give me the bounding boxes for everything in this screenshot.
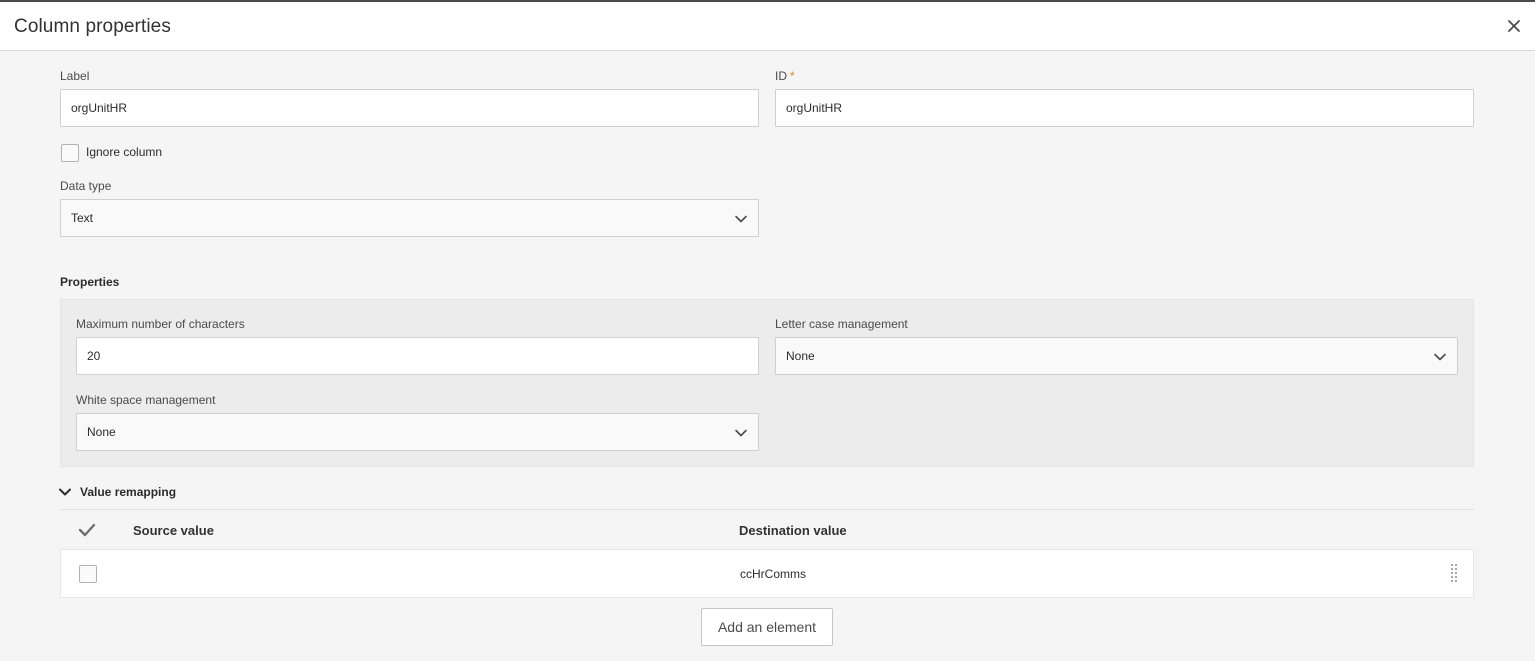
data-type-label: Data type xyxy=(60,179,112,193)
id-field-label: ID * xyxy=(775,69,795,83)
drag-handle-icon[interactable] xyxy=(1449,563,1459,583)
chevron-down-icon xyxy=(735,215,747,223)
remap-table-header: Source value Destination value xyxy=(60,509,1474,549)
source-value-header[interactable]: Source value xyxy=(133,523,214,538)
select-all-check-icon[interactable] xyxy=(78,522,96,538)
row-destination-value: ccHrComms xyxy=(740,567,806,581)
value-remapping-toggle[interactable]: Value remapping xyxy=(58,483,176,501)
dialog-title: Column properties xyxy=(14,16,171,37)
letter-case-label: Letter case management xyxy=(775,317,908,331)
ignore-column-label: Ignore column xyxy=(86,145,163,159)
row-checkbox[interactable] xyxy=(79,565,97,583)
white-space-label: White space management xyxy=(76,393,216,407)
required-marker: * xyxy=(790,69,795,83)
letter-case-value: None xyxy=(786,349,815,363)
destination-value-header[interactable]: Destination value xyxy=(739,523,847,538)
id-label-text: ID xyxy=(775,69,787,83)
id-input[interactable] xyxy=(775,89,1474,127)
data-type-select[interactable]: Text xyxy=(60,199,759,237)
letter-case-select[interactable]: None xyxy=(775,337,1458,375)
add-element-button[interactable]: Add an element xyxy=(701,608,833,646)
chevron-down-icon xyxy=(735,429,747,437)
value-remapping-heading: Value remapping xyxy=(80,485,177,499)
data-type-value: Text xyxy=(71,211,94,225)
label-field-label: Label xyxy=(60,69,90,83)
table-row[interactable]: ccHrComms xyxy=(60,549,1474,598)
label-input[interactable] xyxy=(60,89,759,127)
chevron-down-icon xyxy=(1434,353,1446,361)
close-icon[interactable] xyxy=(1502,14,1526,38)
dialog-header: Column properties xyxy=(0,2,1535,51)
chevron-down-icon xyxy=(59,488,71,496)
max-chars-input[interactable] xyxy=(76,337,759,375)
ignore-column-checkbox[interactable] xyxy=(61,144,79,162)
white-space-select[interactable]: None xyxy=(76,413,759,451)
properties-heading: Properties xyxy=(60,275,120,289)
max-chars-label: Maximum number of characters xyxy=(76,317,245,331)
white-space-value: None xyxy=(87,425,116,439)
